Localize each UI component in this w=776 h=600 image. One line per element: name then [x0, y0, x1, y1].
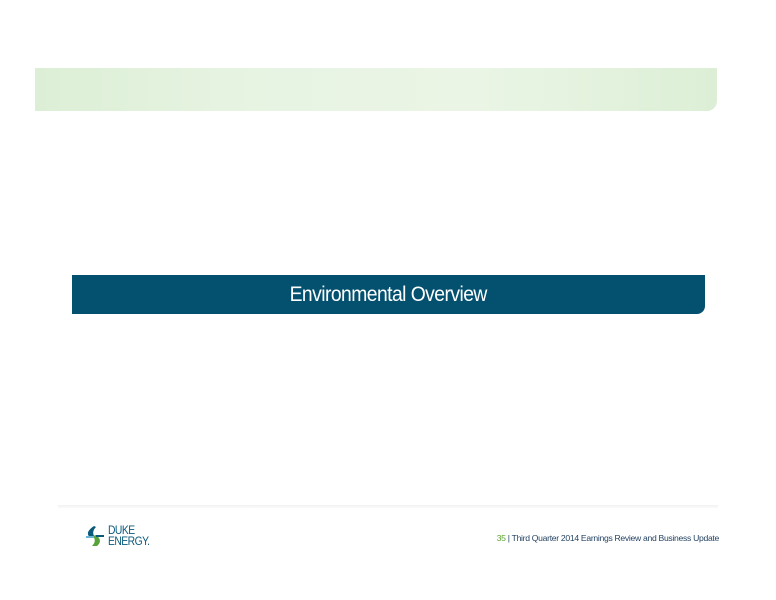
- page-number: 35: [496, 533, 506, 543]
- header-band: [35, 68, 717, 111]
- logo-line-2: ENERGY.: [108, 534, 150, 548]
- section-banner: Environmental Overview: [72, 275, 705, 314]
- footer-title: Third Quarter 2014 Earnings Review and B…: [511, 533, 720, 543]
- footer-caption: 35 | Third Quarter 2014 Earnings Review …: [496, 533, 720, 543]
- footer-divider: [58, 505, 718, 508]
- duke-energy-icon: [86, 526, 104, 546]
- section-title: Environmental Overview: [289, 282, 488, 306]
- duke-energy-logo: DUKE ENERGY.: [84, 523, 164, 549]
